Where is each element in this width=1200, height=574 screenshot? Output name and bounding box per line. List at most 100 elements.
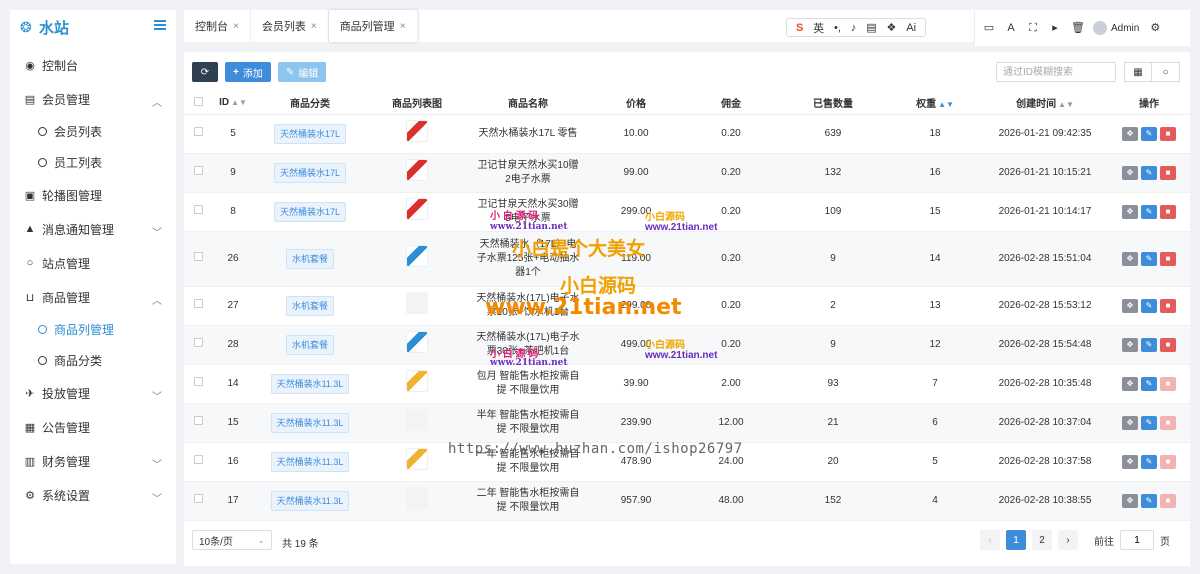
col-id[interactable]: ID ▲▼ bbox=[212, 92, 254, 115]
settings-icon[interactable]: ⚙ bbox=[1149, 22, 1161, 34]
edit-icon[interactable]: ✎ bbox=[1141, 337, 1157, 352]
move-icon[interactable]: ✥ bbox=[1122, 204, 1138, 219]
sidebar-item-7[interactable]: ▦ 公告管理 bbox=[10, 410, 176, 444]
close-icon[interactable]: × bbox=[311, 21, 317, 32]
delete-icon[interactable]: ■ bbox=[1160, 251, 1176, 266]
ime-skin-icon[interactable]: ❖ bbox=[886, 21, 896, 34]
add-button[interactable]: + 添加 bbox=[225, 62, 271, 82]
tab-2[interactable]: 商品列管理 × bbox=[328, 10, 418, 42]
search-icon[interactable]: ○ bbox=[1152, 62, 1180, 82]
row-checkbox[interactable] bbox=[193, 298, 203, 308]
row-checkbox[interactable] bbox=[193, 337, 203, 347]
trash-icon[interactable]: 🗑 bbox=[1071, 22, 1085, 34]
sidebar-item-4[interactable]: ○ 站点管理 bbox=[10, 246, 176, 280]
product-thumbnail[interactable] bbox=[406, 292, 428, 314]
col-created[interactable]: 创建时间 ▲▼ bbox=[982, 92, 1108, 115]
row-checkbox[interactable] bbox=[193, 454, 203, 464]
sidebar-subitem[interactable]: 员工列表 bbox=[10, 147, 176, 178]
row-select-cell[interactable] bbox=[184, 192, 212, 232]
row-checkbox[interactable] bbox=[193, 126, 203, 136]
menu-toggle-icon[interactable] bbox=[154, 20, 166, 32]
move-icon[interactable]: ✥ bbox=[1122, 165, 1138, 180]
table-row[interactable]: 8 天然桶装水17L 卫记甘泉天然水买30赠 5电子水票 299.00 0.20 109 15… bbox=[184, 192, 1190, 232]
row-select-cell[interactable] bbox=[184, 325, 212, 365]
sidebar-subitem[interactable]: 商品列管理 bbox=[10, 314, 176, 345]
grid-view-icon[interactable]: ▦ bbox=[1124, 62, 1152, 82]
edit-icon[interactable]: ✎ bbox=[1141, 126, 1157, 141]
move-icon[interactable]: ✥ bbox=[1122, 493, 1138, 508]
row-checkbox[interactable] bbox=[193, 251, 203, 261]
product-thumbnail[interactable] bbox=[406, 448, 428, 470]
row-select-cell[interactable] bbox=[184, 481, 212, 521]
table-row[interactable]: 5 天然桶装水17L 天然水桶装水17L 零售 10.00 0.20 639 18 2026-… bbox=[184, 114, 1190, 154]
row-checkbox[interactable] bbox=[193, 204, 203, 214]
sort-icon[interactable]: ▲▼ bbox=[938, 100, 954, 109]
delete-icon[interactable]: ■ bbox=[1160, 493, 1176, 508]
delete-icon[interactable]: ■ bbox=[1160, 337, 1176, 352]
table-row[interactable]: 14 天然桶装水11.3L 包月 智能售水柜按需自提 不限量饮用 39.90 2.00 9… bbox=[184, 364, 1190, 404]
delete-icon[interactable]: ■ bbox=[1160, 165, 1176, 180]
row-select-cell[interactable] bbox=[184, 442, 212, 482]
goto-page-input[interactable] bbox=[1120, 530, 1154, 550]
table-row[interactable]: 16 天然桶装水11.3L 一年 智能售水柜按需自提 不限量饮用 478.90 24.0… bbox=[184, 442, 1190, 482]
move-icon[interactable]: ✥ bbox=[1122, 251, 1138, 266]
delete-icon[interactable]: ■ bbox=[1160, 126, 1176, 141]
row-checkbox[interactable] bbox=[193, 493, 203, 503]
close-icon[interactable]: × bbox=[400, 21, 406, 32]
edit-icon[interactable]: ✎ bbox=[1141, 165, 1157, 180]
sort-icon[interactable]: ▲▼ bbox=[231, 98, 247, 107]
edit-icon[interactable]: ✎ bbox=[1141, 251, 1157, 266]
edit-icon[interactable]: ✎ bbox=[1141, 376, 1157, 391]
sidebar-item-2[interactable]: ▣ 轮播图管理 bbox=[10, 178, 176, 212]
product-thumbnail[interactable] bbox=[406, 159, 428, 181]
row-select-cell[interactable] bbox=[184, 364, 212, 404]
row-checkbox[interactable] bbox=[193, 165, 203, 175]
edit-icon[interactable]: ✎ bbox=[1141, 454, 1157, 469]
refresh-button[interactable]: ⟳ bbox=[192, 62, 218, 82]
move-icon[interactable]: ✥ bbox=[1122, 298, 1138, 313]
move-icon[interactable]: ✥ bbox=[1122, 415, 1138, 430]
product-thumbnail[interactable] bbox=[406, 120, 428, 142]
move-icon[interactable]: ✥ bbox=[1122, 454, 1138, 469]
monitor-icon[interactable]: ▭ bbox=[983, 22, 995, 34]
sogou-icon[interactable]: S bbox=[796, 22, 803, 34]
tab-1[interactable]: 会员列表 × bbox=[251, 10, 329, 42]
user-menu[interactable]: Admin bbox=[1093, 21, 1139, 35]
table-row[interactable]: 17 天然桶装水11.3L 二年 智能售水柜按需自提 不限量饮用 957.90 48.0… bbox=[184, 481, 1190, 521]
product-thumbnail[interactable] bbox=[406, 198, 428, 220]
row-checkbox[interactable] bbox=[193, 376, 203, 386]
product-thumbnail[interactable] bbox=[406, 409, 428, 431]
sidebar-item-8[interactable]: ▥ 财务管理 ﹀ bbox=[10, 444, 176, 478]
product-thumbnail[interactable] bbox=[406, 331, 428, 353]
product-thumbnail[interactable] bbox=[406, 487, 428, 509]
table-row[interactable]: 28 水机套餐 天然桶装水(17L)电子水 票30张+茶吧机1台 499.00 0.20 9… bbox=[184, 325, 1190, 365]
sidebar-item-3[interactable]: ▲ 消息通知管理 ﹀ bbox=[10, 212, 176, 246]
product-thumbnail[interactable] bbox=[406, 245, 428, 267]
row-select-cell[interactable] bbox=[184, 286, 212, 326]
edit-button[interactable]: ✎ 编辑 bbox=[277, 62, 327, 82]
sidebar-item-6[interactable]: ✈ 投放管理 ﹀ bbox=[10, 376, 176, 410]
move-icon[interactable]: ✥ bbox=[1122, 337, 1138, 352]
edit-icon[interactable]: ✎ bbox=[1141, 298, 1157, 313]
sidebar-item-0[interactable]: ◉ 控制台 bbox=[10, 48, 176, 82]
edit-icon[interactable]: ✎ bbox=[1141, 493, 1157, 508]
table-row[interactable]: 27 水机套餐 天然桶装水(17L)电子水 票20张+饮水机1台 299.00 0.20 2… bbox=[184, 286, 1190, 326]
ime-mic-icon[interactable]: ♪ bbox=[851, 22, 857, 34]
move-icon[interactable]: ✥ bbox=[1122, 376, 1138, 391]
row-select-cell[interactable] bbox=[184, 231, 212, 287]
delete-icon[interactable]: ■ bbox=[1160, 415, 1176, 430]
ime-keyboard-icon[interactable]: ▤ bbox=[866, 21, 876, 34]
col-weight[interactable]: 权重 ▲▼ bbox=[888, 92, 982, 115]
row-select-cell[interactable] bbox=[184, 153, 212, 193]
sidebar-subitem[interactable]: 会员列表 bbox=[10, 116, 176, 147]
delete-icon[interactable]: ■ bbox=[1160, 376, 1176, 391]
next-page-button[interactable]: › bbox=[1058, 530, 1078, 550]
close-icon[interactable]: × bbox=[233, 21, 239, 32]
ime-punct-icon[interactable]: •, bbox=[834, 22, 841, 34]
sidebar-item-9[interactable]: ⚙ 系统设置 ﹀ bbox=[10, 478, 176, 512]
table-row[interactable]: 26 水机套餐 天然桶装水（17L）电 子水票125张+电动抽水 器1个 119.00 0.… bbox=[184, 231, 1190, 287]
sidebar-item-5[interactable]: ⊔ 商品管理 ︿ bbox=[10, 280, 176, 314]
row-checkbox[interactable] bbox=[193, 415, 203, 425]
terminal-icon[interactable]: ▸ bbox=[1049, 22, 1061, 34]
sidebar-item-1[interactable]: ▤ 会员管理 ︿ bbox=[10, 82, 176, 116]
